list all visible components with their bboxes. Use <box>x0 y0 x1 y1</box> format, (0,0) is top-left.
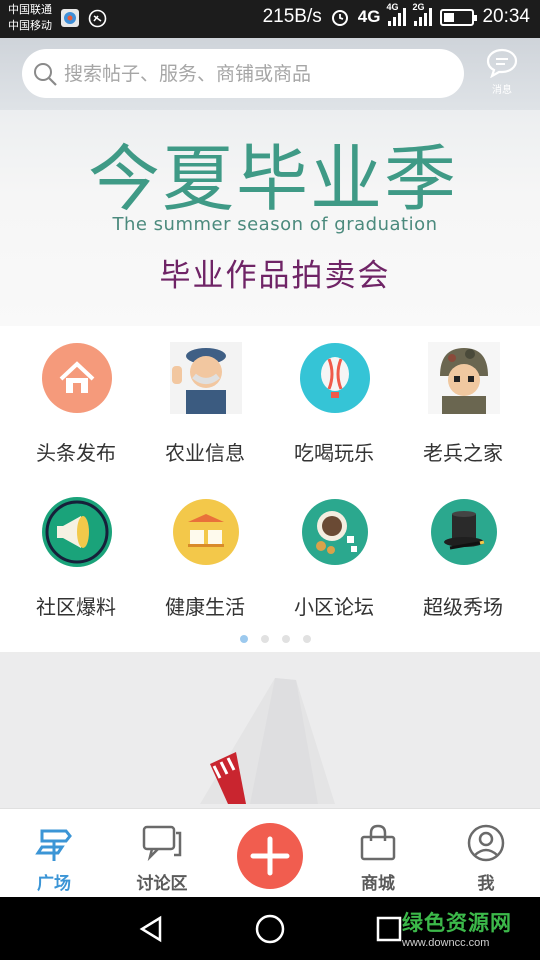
category-label: 超级秀场 <box>423 595 503 619</box>
shopping-bag-icon <box>360 824 396 861</box>
tab-mall[interactable]: 商城 <box>324 809 432 898</box>
tab-label: 商城 <box>361 874 395 894</box>
watermark: 绿色资源网 www.downcc.com <box>402 907 512 949</box>
category-food-fun[interactable]: 吃喝玩乐 <box>269 326 399 476</box>
category-community-news[interactable]: 社区爆料 <box>11 480 141 630</box>
pager-dot[interactable] <box>303 635 311 643</box>
header: 消息 <box>0 38 540 110</box>
category-headline-post[interactable]: 头条发布 <box>11 326 141 476</box>
clock: 20:34 <box>482 6 530 27</box>
watermark-main: 绿色资源网 <box>402 911 512 935</box>
tab-plaza[interactable]: 广场 <box>0 809 108 898</box>
plus-icon <box>250 836 290 876</box>
location-icon <box>88 9 107 28</box>
category-veterans[interactable]: 老兵之家 <box>398 326 528 476</box>
hot-air-balloon-icon <box>300 343 370 413</box>
megaphone-icon <box>42 497 112 567</box>
tab-label: 讨论区 <box>136 874 188 894</box>
battery-icon <box>440 8 478 26</box>
status-bar: 中国联通 中国移动 215B/s 4G 4G 2G 20:34 <box>0 0 540 38</box>
search-icon <box>34 62 57 86</box>
house-icon <box>42 343 112 413</box>
category-healthy-living[interactable]: 健康生活 <box>140 480 270 630</box>
category-label: 老兵之家 <box>423 441 503 465</box>
tab-label: 我 <box>477 874 495 894</box>
category-label: 头条发布 <box>36 441 116 465</box>
messages-label: 消息 <box>492 85 512 96</box>
signal-icon: 4G <box>386 2 407 26</box>
spa-icon <box>173 499 239 565</box>
promo-banner[interactable]: 今夏毕业季 The summer season of graduation 毕业… <box>0 110 540 326</box>
tab-discussion[interactable]: 讨论区 <box>108 809 216 898</box>
soldier-icon <box>428 342 500 414</box>
category-agriculture[interactable]: 农业信息 <box>140 326 270 476</box>
back-icon[interactable] <box>136 914 166 944</box>
recent-apps-icon[interactable] <box>375 915 403 943</box>
coffee-icon <box>302 499 368 565</box>
carrier-2: 中国移动 <box>8 19 52 32</box>
search-bar[interactable] <box>22 49 464 98</box>
banner-event: 毕业作品拍卖会 <box>159 258 391 294</box>
home-icon[interactable] <box>254 913 286 945</box>
category-label: 社区爆料 <box>36 595 116 619</box>
bottom-tab-bar: 广场 讨论区 商城 我 <box>0 808 540 897</box>
alarm-icon <box>331 10 348 26</box>
add-post-button[interactable] <box>237 823 303 889</box>
pager-dot[interactable] <box>282 635 290 643</box>
net-speed: 215B/s <box>262 6 322 27</box>
pager-dot[interactable] <box>240 635 248 643</box>
category-neighborhood-forum[interactable]: 小区论坛 <box>269 480 399 630</box>
category-label: 吃喝玩乐 <box>294 441 374 465</box>
tab-me[interactable]: 我 <box>432 809 540 898</box>
category-label: 小区论坛 <box>294 595 374 619</box>
carrier-info: 中国联通 中国移动 <box>8 2 52 34</box>
magic-hat-icon <box>431 499 497 565</box>
feed-content[interactable] <box>0 654 540 808</box>
lte-indicator: 4G <box>357 7 381 26</box>
category-label: 健康生活 <box>165 595 245 619</box>
farmer-icon <box>170 342 242 414</box>
search-input[interactable] <box>64 62 454 85</box>
system-nav-bar: 绿色资源网 www.downcc.com <box>0 897 540 960</box>
watermark-url: www.downcc.com <box>402 937 490 949</box>
category-super-show[interactable]: 超级秀场 <box>398 480 528 630</box>
carrier-1: 中国联通 <box>8 3 52 16</box>
pager-dot[interactable] <box>261 635 269 643</box>
banner-subtitle: The summer season of graduation <box>112 214 438 235</box>
category-label: 农业信息 <box>165 441 245 465</box>
user-icon <box>467 824 505 862</box>
pager-dots <box>0 630 540 646</box>
signpost-icon <box>35 829 72 861</box>
banner-title: 今夏毕业季 <box>87 137 458 221</box>
chat-bubbles-icon <box>142 825 182 862</box>
chat-icon <box>486 48 518 79</box>
messages-button[interactable]: 消息 <box>482 48 522 96</box>
app-notification-icon <box>61 9 79 27</box>
signal-icon-2: 2G <box>412 2 433 26</box>
spotlight-illustration <box>200 678 335 804</box>
tab-label: 广场 <box>37 874 71 894</box>
category-grid: 头条发布 农业信息 吃喝玩乐 老兵之家 社区爆料 健康生活 小区论坛 超级秀场 <box>0 326 540 626</box>
